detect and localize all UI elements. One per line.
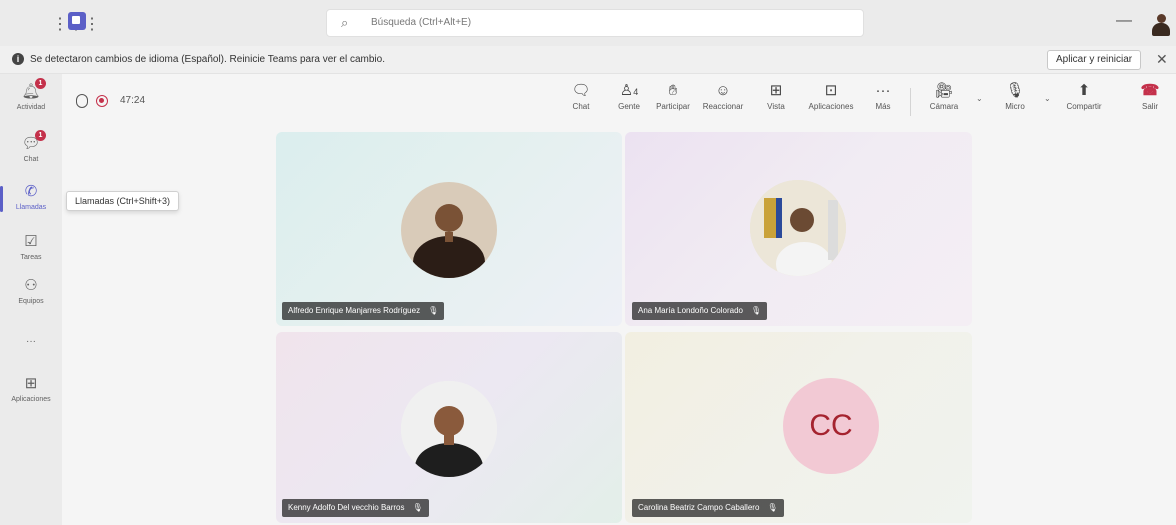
smile-icon: ☺ [715, 82, 731, 99]
people-icon: ♙4 [619, 82, 639, 99]
control-label: Gente [618, 102, 640, 111]
rail-item-label: Equipos [18, 298, 44, 305]
calls-tooltip: Llamadas (Ctrl+Shift+3) [66, 191, 180, 211]
participant-initials-avatar: CC [783, 378, 879, 474]
divider [910, 88, 911, 116]
info-icon: i [12, 53, 24, 65]
search-input[interactable]: ⌕ Búsqueda (Ctrl+Alt+E) [326, 9, 864, 37]
recording-icon [96, 95, 108, 107]
control-label: Vista [767, 102, 785, 111]
grid-view-icon: ⊞ [769, 82, 783, 99]
participant-name: Alfredo Enrique Manjarres Rodríguez 🎙︎ [282, 302, 445, 320]
camera-icon: 🎥︎ [934, 82, 954, 99]
teams-icon: ⚇ [24, 277, 38, 294]
control-label: Reaccionar [702, 102, 744, 111]
search-icon: ⌕ [341, 15, 349, 30]
rail-item-tasks[interactable]: ☑ Tareas [0, 228, 62, 272]
participant-avatar [401, 381, 497, 477]
rail-item-label: Actividad [16, 104, 46, 111]
search-placeholder: Búsqueda (Ctrl+Alt+E) [371, 17, 472, 28]
shield-icon [76, 94, 88, 108]
mic-off-icon: 🎙︎ [428, 306, 439, 315]
rail-item-label: Chat [23, 156, 39, 163]
mic-icon: 🎙︎ [1005, 82, 1025, 99]
share-button[interactable]: ⬆ Compartir [1064, 80, 1104, 111]
close-icon[interactable]: ✕ [1156, 51, 1168, 68]
language-notice-banner: i Se detectaron cambios de idioma (Españ… [0, 46, 1176, 74]
camera-button[interactable]: 🎥︎ Cámara [926, 80, 962, 111]
chat-button[interactable]: 🗨︎ Chat [566, 80, 596, 111]
rail-item-apps[interactable]: ⊞ Aplicaciones [0, 370, 62, 414]
mic-off-icon: 🎙︎ [767, 503, 778, 512]
chevron-down-icon[interactable]: ⌄ [1044, 94, 1051, 103]
activity-badge: 1 [35, 78, 46, 89]
participant-avatar [401, 182, 497, 278]
rail-item-label: Aplicaciones [11, 396, 51, 403]
app-rail: 🔔︎ 1 Actividad 💬︎ 1 Chat ✆ Llamadas ☑ Tare… [0, 74, 62, 525]
leave-button[interactable]: ☎ Salir [1136, 80, 1164, 111]
participant-name: Kenny Adolfo Del vecchio Barros 🎙︎ [282, 499, 429, 517]
call-control-bar: 47:24 🗨︎ Chat ♙4 Gente ✋︎ Participar ☺ R… [62, 78, 1176, 130]
participant-name-text: Ana María Londoño Colorado [638, 306, 743, 315]
control-label: Participar [656, 102, 690, 111]
apps-icon: ⊞ [24, 375, 38, 392]
more-icon: ··· [875, 82, 891, 99]
more-button[interactable]: ··· Más [872, 80, 894, 111]
mic-off-icon: 🎙︎ [412, 503, 423, 512]
control-label: Aplicaciones [808, 102, 854, 111]
mic-off-icon: 🎙︎ [750, 306, 762, 315]
react-button[interactable]: ☺ Reaccionar [702, 80, 744, 111]
control-label: Chat [572, 102, 590, 111]
control-label: Compartir [1066, 102, 1102, 111]
more-icon: ··· [26, 336, 36, 347]
tasks-icon: ☑ [24, 233, 38, 250]
raise-hand-icon: ✋︎ [668, 82, 678, 99]
chat-badge: 1 [35, 130, 46, 141]
rail-item-activity[interactable]: 🔔︎ 1 Actividad [0, 78, 62, 122]
participant-name: Carolina Beatriz Campo Caballero 🎙︎ [632, 499, 784, 517]
rail-item-calls[interactable]: ✆ Llamadas [0, 178, 62, 222]
apps-button[interactable]: ⊡ Aplicaciones [804, 80, 858, 111]
leave-icon: ☎ [1140, 82, 1160, 99]
rail-item-chat[interactable]: 💬︎ 1 Chat [0, 130, 62, 174]
participant-avatar [750, 180, 846, 276]
view-button[interactable]: ⊞ Vista [762, 80, 790, 111]
participant-name: Ana María Londoño Colorado 🎙︎ [632, 302, 768, 320]
bell-icon: 🔔︎ 1 [21, 78, 46, 102]
mic-button[interactable]: 🎙︎ Micro [1000, 80, 1030, 111]
rail-item-teams[interactable]: ⚇ Equipos [0, 272, 62, 316]
control-label: Salir [1141, 102, 1158, 111]
chat-icon: 🗨︎ [571, 82, 591, 99]
rail-item-label: Tareas [20, 254, 42, 261]
control-label: Micro [1005, 102, 1025, 111]
minimize-button[interactable]: — [1116, 12, 1132, 30]
people-count: 4 [633, 87, 639, 97]
chevron-down-icon[interactable]: ⌄ [976, 94, 983, 103]
teams-logo-icon [68, 12, 86, 30]
chat-icon: 💬︎ 1 [21, 130, 46, 154]
phone-icon: ✆ [24, 183, 38, 200]
participant-name-text: Alfredo Enrique Manjarres Rodríguez [288, 306, 421, 315]
title-bar: ⋮⋮⋮ ⌕ Búsqueda (Ctrl+Alt+E) — [0, 0, 1176, 46]
rail-item-label: Llamadas [15, 204, 47, 211]
apply-restart-button[interactable]: Aplicar y reiniciar [1047, 50, 1142, 70]
control-label: Cámara [929, 102, 959, 111]
people-button[interactable]: ♙4 Gente [614, 80, 644, 111]
apps-icon: ⊡ [824, 82, 838, 99]
notice-message: Se detectaron cambios de idioma (Español… [30, 54, 385, 65]
call-timer: 47:24 [120, 95, 146, 106]
control-label: Más [875, 102, 891, 111]
rail-item-more[interactable]: ··· [0, 328, 62, 372]
user-avatar[interactable] [1152, 14, 1170, 36]
participant-name-text: Kenny Adolfo Del vecchio Barros [288, 503, 405, 512]
share-icon: ⬆ [1077, 82, 1091, 99]
participant-name-text: Carolina Beatriz Campo Caballero [638, 503, 760, 512]
raise-hand-button[interactable]: ✋︎ Participar [654, 80, 692, 111]
